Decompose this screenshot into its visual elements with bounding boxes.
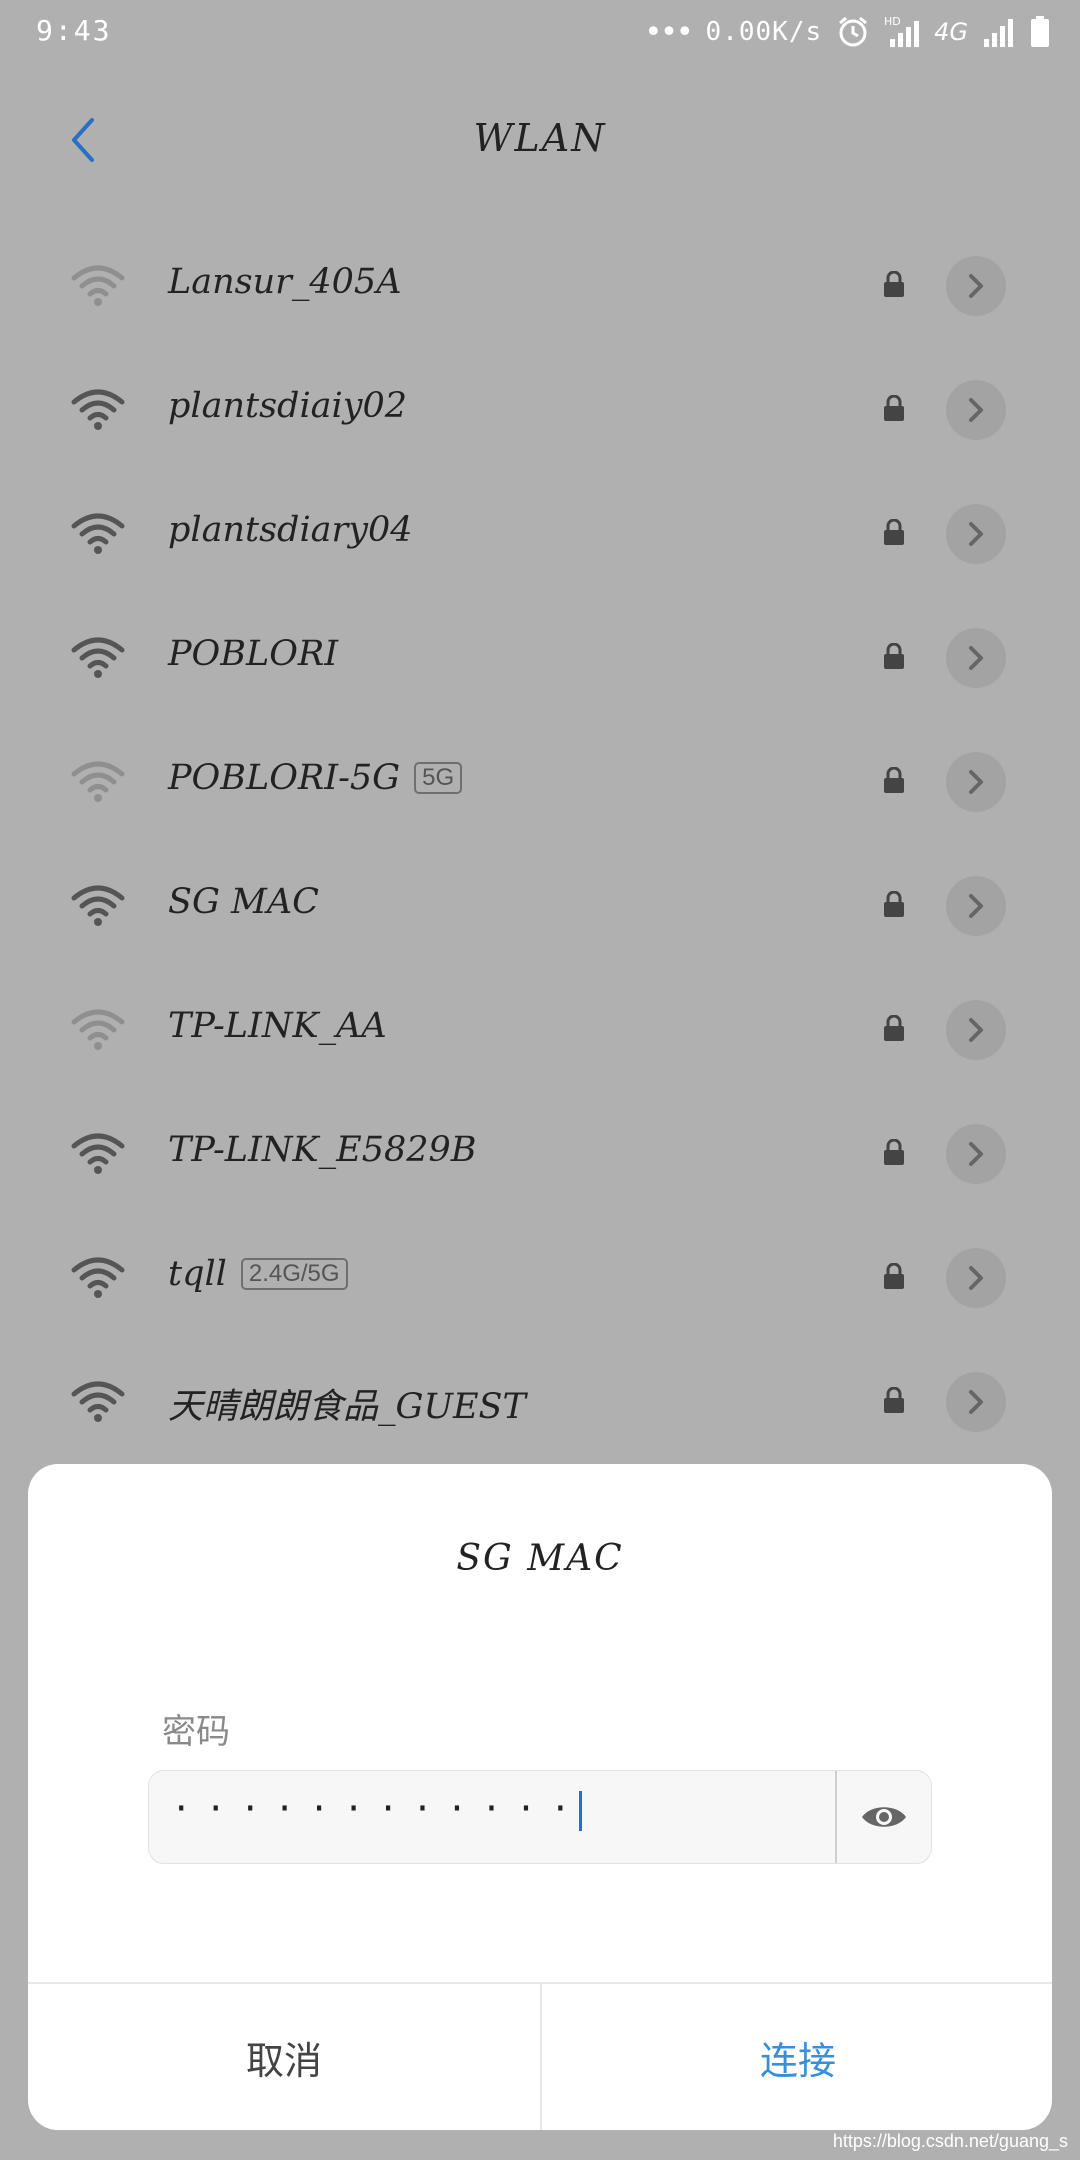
password-field[interactable]: ············ (148, 1770, 932, 1864)
wifi-network-name: TP-LINK_E5829B (168, 1130, 477, 1170)
lock-icon (884, 1015, 904, 1041)
band-badge: 2.4G/5G (240, 1258, 348, 1290)
network-details-button[interactable] (946, 504, 1006, 564)
chevron-right-icon (969, 1142, 983, 1166)
chevron-right-icon (969, 646, 983, 670)
network-speed: 0.00K/s (705, 17, 823, 47)
wifi-network-name: SG MAC (168, 882, 319, 922)
chevron-right-icon (969, 1018, 983, 1042)
lock-icon (884, 767, 904, 793)
ssid-label: 天晴朗朗食品_GUEST (168, 1387, 526, 1427)
ssid-label: Lansur_405A (168, 262, 402, 302)
network-details-button[interactable] (946, 876, 1006, 936)
svg-text:HD: HD (884, 15, 901, 28)
wifi-signal-icon (71, 1381, 125, 1422)
battery-icon (1031, 16, 1049, 47)
page-title: WLAN (473, 116, 607, 160)
wifi-signal-icon (71, 761, 125, 802)
cancel-button[interactable]: 取消 (28, 1984, 540, 2130)
network-type: 4G (934, 18, 968, 46)
text-caret (578, 1790, 582, 1831)
wifi-signal-icon (71, 389, 125, 430)
lock-icon (884, 1263, 904, 1289)
ssid-label: POBLORI-5G (168, 758, 401, 798)
wifi-network-item[interactable]: plantsdiaiy02 (0, 348, 1080, 472)
network-details-button[interactable] (946, 1248, 1006, 1308)
wifi-signal-icon (71, 885, 125, 926)
wifi-network-name: Lansur_405A (168, 262, 401, 302)
band-badge: 5G (414, 762, 463, 794)
password-label: 密码 (162, 1712, 230, 1752)
chevron-right-icon (969, 274, 983, 298)
wifi-signal-icon (71, 513, 125, 554)
wifi-signal-icon (71, 265, 125, 306)
lock-icon (884, 271, 904, 297)
cell-signal-icon (984, 19, 1013, 47)
wifi-signal-icon (71, 637, 125, 678)
chevron-right-icon (969, 398, 983, 422)
wifi-network-item[interactable]: POBLORI-5G 5G (0, 720, 1080, 844)
wifi-password-dialog: SG MAC 密码 ············ 取消 连接 (28, 1464, 1052, 2130)
network-details-button[interactable] (946, 1124, 1006, 1184)
network-details-button[interactable] (946, 1000, 1006, 1060)
connect-button[interactable]: 连接 (542, 1984, 1052, 2130)
show-password-button[interactable] (837, 1771, 931, 1863)
chevron-right-icon (969, 1390, 983, 1414)
status-icons: ••• 0.00K/s HD 4G (644, 12, 1050, 52)
wifi-network-name: plantsdiary04 (168, 510, 413, 550)
ssid-label: tqll (168, 1254, 227, 1294)
wifi-signal-icon (71, 1133, 125, 1174)
chevron-right-icon (969, 522, 983, 546)
hd-signal-icon: HD (884, 15, 920, 47)
wifi-network-item[interactable]: TP-LINK_E5829B (0, 1092, 1080, 1216)
wifi-network-item[interactable]: plantsdiary04 (0, 472, 1080, 596)
chevron-right-icon (969, 1266, 983, 1290)
wifi-network-name: TP-LINK_AA (168, 1006, 387, 1046)
chevron-right-icon (969, 770, 983, 794)
password-input[interactable]: ············ (171, 1789, 585, 1831)
status-time: 9:43 (36, 14, 112, 47)
dialog-title: SG MAC (456, 1538, 624, 1579)
wifi-network-list: Lansur_405A plantsdiaiy02 plantsdiary04 … (0, 224, 1080, 1464)
wifi-network-item[interactable]: 天晴朗朗食品_GUEST (0, 1340, 1080, 1464)
network-details-button[interactable] (946, 380, 1006, 440)
network-details-button[interactable] (946, 1372, 1006, 1432)
wifi-network-item[interactable]: tqll 2.4G/5G (0, 1216, 1080, 1340)
chevron-right-icon (969, 894, 983, 918)
wifi-network-name: POBLORI-5G 5G (168, 758, 463, 798)
more-notifications-icon: ••• (644, 14, 693, 50)
ssid-label: TP-LINK_E5829B (168, 1130, 477, 1170)
wifi-network-name: tqll 2.4G/5G (168, 1254, 348, 1294)
wifi-signal-icon (71, 1009, 125, 1050)
network-details-button[interactable] (946, 752, 1006, 812)
alarm-icon (839, 16, 868, 47)
status-bar: 9:43 ••• 0.00K/s HD 4G (0, 0, 1080, 64)
lock-icon (884, 395, 904, 421)
wifi-network-item[interactable]: POBLORI (0, 596, 1080, 720)
eye-icon (862, 1807, 906, 1827)
lock-icon (884, 1139, 904, 1165)
password-value: ············ (171, 1789, 585, 1829)
network-details-button[interactable] (946, 256, 1006, 316)
lock-icon (884, 519, 904, 545)
wifi-network-name: plantsdiaiy02 (168, 386, 407, 426)
wifi-network-name: POBLORI (168, 634, 338, 674)
ssid-label: plantsdiaiy02 (168, 386, 408, 426)
wifi-network-item[interactable]: TP-LINK_AA (0, 968, 1080, 1092)
ssid-label: plantsdiary04 (168, 510, 413, 550)
lock-icon (884, 891, 904, 917)
wifi-signal-icon (71, 1257, 125, 1298)
wifi-network-item[interactable]: SG MAC (0, 844, 1080, 968)
ssid-label: POBLORI (168, 634, 339, 674)
lock-icon (884, 643, 904, 669)
ssid-label: SG MAC (168, 882, 319, 922)
lock-icon (884, 1387, 904, 1413)
wifi-network-item[interactable]: Lansur_405A (0, 224, 1080, 348)
page-header: WLAN (0, 90, 1080, 190)
watermark: https://blog.csdn.net/guang_s (832, 2131, 1068, 2151)
wifi-network-name: 天晴朗朗食品_GUEST (168, 1378, 526, 1429)
ssid-label: TP-LINK_AA (168, 1006, 387, 1046)
network-details-button[interactable] (946, 628, 1006, 688)
